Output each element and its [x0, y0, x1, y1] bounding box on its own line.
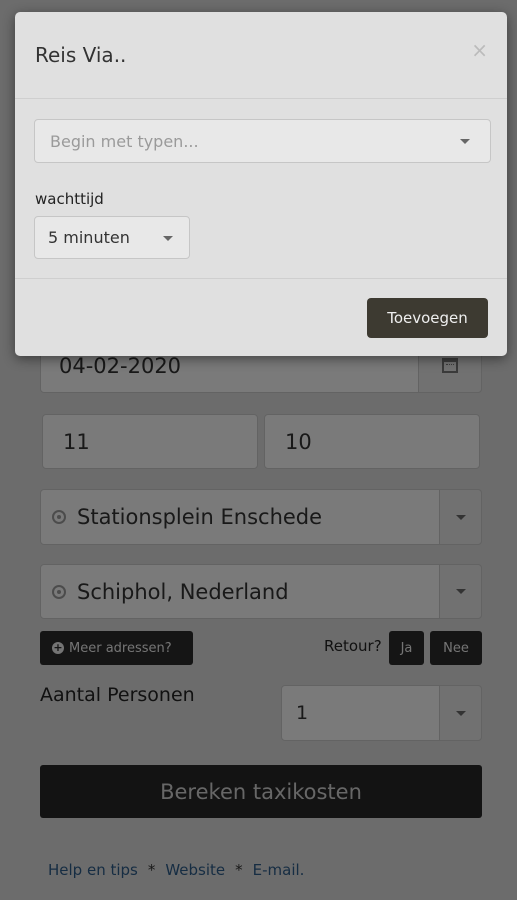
via-address-placeholder: Begin met typen... — [50, 131, 199, 151]
reis-via-modal: Reis Via.. × Begin met typen... wachttij… — [15, 12, 507, 356]
modal-header-divider — [15, 98, 507, 99]
via-address-select[interactable]: Begin met typen... — [34, 119, 491, 163]
wait-time-value: 5 minuten — [48, 228, 130, 247]
wait-time-select[interactable]: 5 minuten — [34, 216, 190, 259]
chevron-down-icon — [163, 236, 173, 241]
close-icon[interactable]: × — [471, 40, 488, 60]
chevron-down-icon — [460, 139, 470, 144]
modal-title: Reis Via.. — [35, 43, 127, 67]
wait-time-label: wachttijd — [35, 190, 104, 208]
add-button[interactable]: Toevoegen — [367, 298, 488, 338]
modal-footer-divider — [15, 278, 507, 279]
